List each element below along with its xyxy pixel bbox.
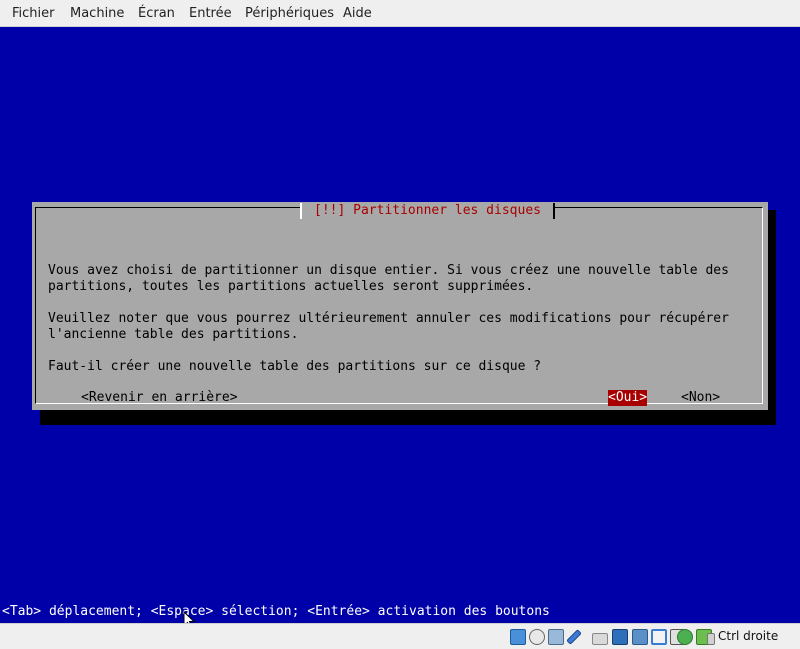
back-button[interactable]: <Revenir en arrière> <box>81 390 238 406</box>
video-capture-icon[interactable] <box>632 629 648 645</box>
optical-drive-icon[interactable] <box>529 629 545 645</box>
mouse-pointer-icon <box>183 611 195 623</box>
yes-button[interactable]: <Oui> <box>608 390 648 406</box>
audio-icon[interactable] <box>548 629 564 645</box>
menu-ecran[interactable]: Écran <box>138 6 175 21</box>
dialog-paragraph-1: Vous avez choisi de partitionner un disq… <box>48 263 729 294</box>
status-bar: Ctrl droite <box>0 623 800 649</box>
shared-folders-icon[interactable] <box>592 633 608 645</box>
menu-bar: Fichier Machine Écran Entrée Périphériqu… <box>0 0 800 27</box>
partition-dialog: [!!] Partitionner les disques Vous avez … <box>32 202 768 410</box>
vm-screen[interactable]: [!!] Partitionner les disques Vous avez … <box>0 27 800 623</box>
network-icon[interactable] <box>651 629 667 645</box>
dialog-question: Faut-il créer une nouvelle table des par… <box>48 359 542 374</box>
keyboard-capture-icon[interactable] <box>707 633 715 645</box>
recording-icon[interactable] <box>677 629 693 645</box>
dialog-title: [!!] Partitionner les disques <box>300 203 555 219</box>
display-icon[interactable] <box>612 629 628 645</box>
host-key-label: Ctrl droite <box>718 629 779 643</box>
menu-peripheriques[interactable]: Périphériques <box>245 6 334 21</box>
keyboard-help-line: <Tab> déplacement; <Espace> sélection; <… <box>2 604 550 619</box>
menu-entree[interactable]: Entrée <box>189 6 232 21</box>
menu-machine[interactable]: Machine <box>70 6 124 21</box>
menu-fichier[interactable]: Fichier <box>12 6 55 21</box>
menu-aide[interactable]: Aide <box>343 6 372 21</box>
hard-disk-icon[interactable] <box>510 629 526 645</box>
usb-icon[interactable] <box>566 629 582 645</box>
no-button[interactable]: <Non> <box>681 390 720 406</box>
dialog-paragraph-2: Veuillez noter que vous pourrez ultérieu… <box>48 311 729 342</box>
